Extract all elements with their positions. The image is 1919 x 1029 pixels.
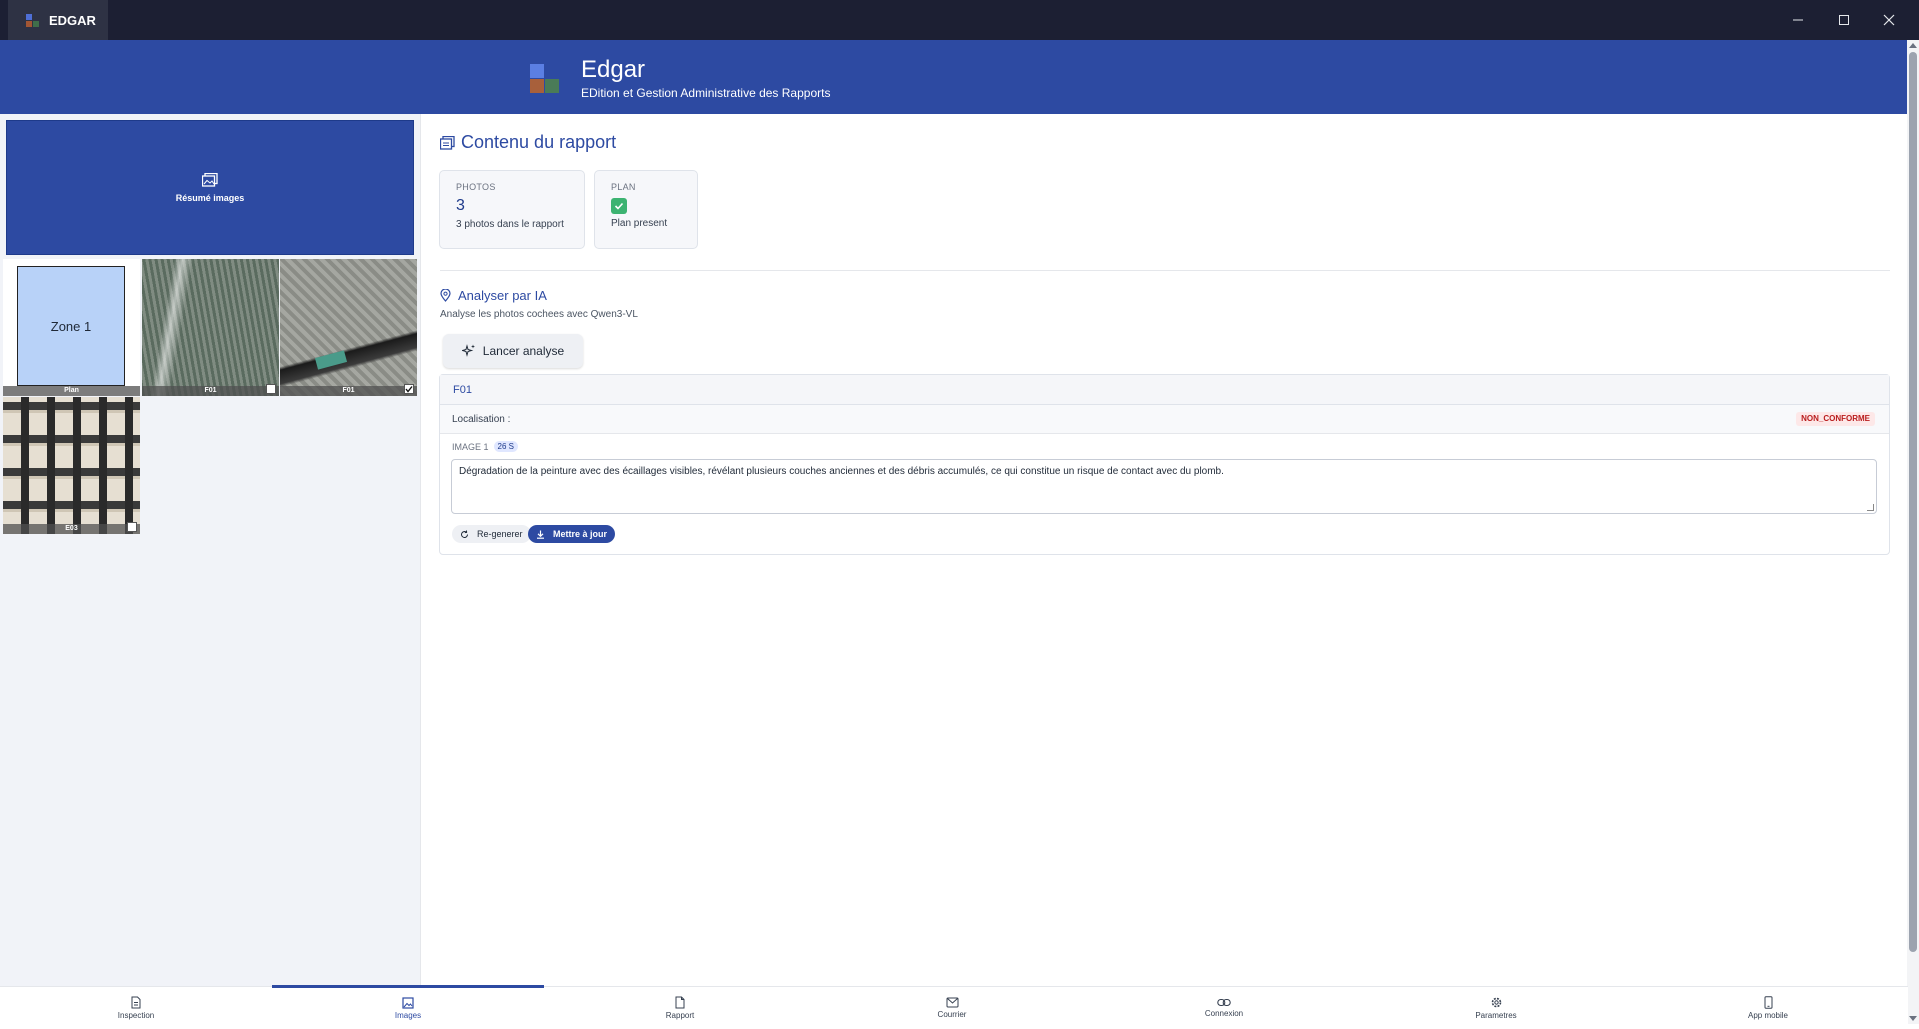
nav-inspection[interactable]: Inspection [0,987,272,1029]
minimize-icon[interactable] [1775,0,1821,40]
refresh-icon [461,529,469,538]
regenerate-label: Re-generer [477,529,523,539]
nav-label: App mobile [1747,1011,1789,1020]
nav-images[interactable]: Images [272,987,544,1029]
window-tab[interactable]: EDGAR [8,0,108,40]
maximize-icon[interactable] [1821,0,1867,40]
photos-label: PHOTOS [456,182,496,192]
scroll-down-icon[interactable] [1909,1016,1917,1021]
window-title: EDGAR [49,12,96,28]
thumbnail-photo[interactable]: F01 [280,259,417,396]
ia-subtitle: Analyse les photos cochees avec Qwen3-VL [440,309,638,320]
photos-subtext: 3 photos dans le rapport [456,219,564,230]
result-id: F01 [440,375,1889,405]
gear-icon [1491,997,1501,1008]
update-button[interactable]: Mettre à jour [528,525,616,543]
nav-parametres[interactable]: Parametres [1360,987,1632,1029]
nav-rapport[interactable]: Rapport [544,987,816,1029]
plan-zone: Zone 1 [17,266,125,386]
image-label-row: IMAGE 1 26 S [452,441,518,452]
phone-icon [1764,996,1772,1009]
photo-checkbox[interactable] [266,384,276,394]
nav-connexion[interactable]: Connexion [1088,987,1360,1029]
regenerate-button[interactable]: Re-generer [452,525,531,543]
thumbnail-caption: Plan [3,386,140,396]
nav-label: Courrier [937,1010,967,1019]
app-subtitle: EDition et Gestion Administrative des Ra… [581,86,831,100]
nav-label: Parametres [1475,1011,1517,1020]
download-icon [537,530,544,539]
close-icon[interactable] [1866,0,1912,40]
thumbnail-caption: F01 [142,386,279,396]
location-pin-icon [440,289,451,302]
title-bar: EDGAR [0,0,1919,40]
report-title: Contenu du rapport [461,132,617,152]
analysis-result-card: F01 Localisation : NON_CONFORME IMAGE 1 … [439,374,1890,555]
link-icon [1217,998,1231,1007]
app-logo-icon [530,64,560,94]
nav-label: Images [394,1010,422,1020]
thumbnail-photo[interactable]: E03 [3,397,140,534]
mail-icon [946,997,958,1008]
photos-count: 3 [456,197,465,214]
gallery-icon [202,172,218,187]
photo-detail [314,350,348,370]
resize-handle-icon[interactable] [1867,504,1874,511]
nav-app-mobile[interactable]: App mobile [1632,987,1904,1029]
summary-images-label: Résumé images [175,192,245,203]
image-panel: Résumé images Zone 1 Plan F01 F01 E03 [0,114,421,986]
nav-label: Connexion [1204,1009,1244,1018]
image-icon [402,996,414,1009]
thumbnail-plan[interactable]: Zone 1 Plan [3,259,140,396]
app-header: Edgar EDition et Gestion Administrative … [0,40,1908,114]
update-label: Mettre à jour [553,529,608,539]
scrollbar-thumb[interactable] [1909,52,1917,952]
ia-section-title: Analyser par IA [440,288,547,303]
sparkle-icon [461,344,475,357]
location-label: Localisation : [452,414,511,425]
divider [440,270,1890,271]
report-panel: Contenu du rapport PHOTOS 3 3 photos dan… [422,114,1907,986]
app-title: Edgar [581,56,646,83]
gallery-icon [440,135,455,150]
summary-images-button[interactable]: Résumé images [6,120,414,255]
result-location: Localisation : NON_CONFORME [440,405,1889,434]
photos-card: PHOTOS 3 3 photos dans le rapport [439,170,585,249]
description-textarea[interactable]: Dégradation de la peinture avec des écai… [451,459,1877,514]
ia-title: Analyser par IA [458,288,547,303]
photo-checkbox[interactable] [127,522,137,532]
photo-checkbox-checked[interactable] [404,384,414,394]
launch-analysis-label: Lancer analyse [482,344,565,358]
thumbnail-photo[interactable]: F01 [142,259,279,396]
thumbnail-caption: E03 [3,524,140,534]
scroll-up-icon[interactable] [1909,43,1917,48]
image-label: IMAGE 1 [452,441,489,452]
nav-label: Rapport [665,1011,695,1020]
launch-analysis-button[interactable]: Lancer analyse [443,334,583,368]
report-section-title: Contenu du rapport [440,132,616,153]
report-icon [675,996,685,1009]
plan-card: PLAN Plan present [594,170,698,249]
nav-courrier[interactable]: Courrier [816,987,1088,1029]
bottom-navigation: Inspection Images Rapport Courrier Conne… [0,985,1908,1029]
time-chip: 26 S [493,441,518,452]
check-icon [611,198,627,214]
document-icon [131,996,141,1009]
plan-subtext: Plan present [611,218,668,229]
vertical-scrollbar[interactable] [1907,40,1919,1024]
status-badge: NON_CONFORME [1796,412,1875,426]
plan-label: PLAN [611,182,636,192]
thumbnail-caption: F01 [280,386,417,396]
app-logo-icon [26,13,39,27]
description-text: Dégradation de la peinture avec des écai… [459,466,1224,477]
checkmark-icon [405,386,413,393]
nav-label: Inspection [117,1011,155,1020]
